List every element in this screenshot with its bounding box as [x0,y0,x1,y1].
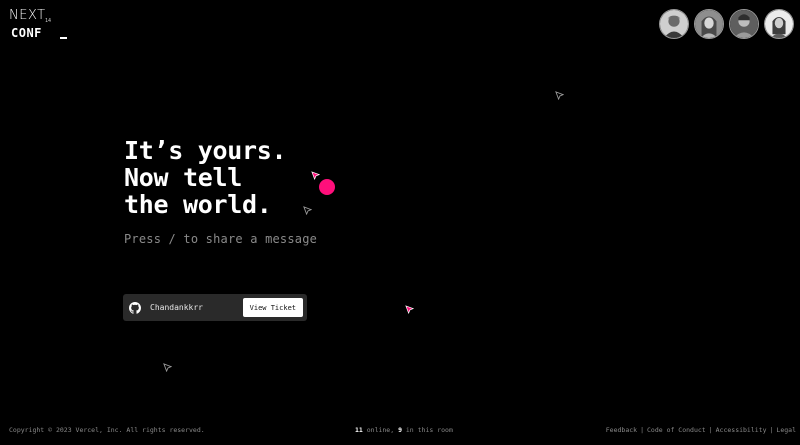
headline-line-2: Now tell [124,163,243,192]
feedback-link[interactable]: Feedback [606,426,637,434]
next-conf-logo[interactable]: NEXT 14 CONF [9,9,79,41]
github-username: Chandankkrr [150,303,203,312]
avatar[interactable] [659,9,689,39]
avatar-image [695,10,723,38]
logo-conf-text: CONF [11,26,42,40]
accessibility-link[interactable]: Accessibility [716,426,767,434]
github-icon [129,301,141,314]
avatar-image [730,10,758,38]
avatar-image [660,10,688,38]
link-separator: | [708,426,713,434]
hero-headline: It’s yours. Now tell the world. [124,137,317,218]
avatar-image [765,10,793,38]
headline-line-3: the world. [124,190,272,219]
presence-status: 11 online, 9 in this room [355,426,453,434]
headline-line-1: It’s yours. [124,136,287,165]
link-separator: | [769,426,774,434]
logo-underscore [60,37,67,39]
remote-cursor-icon [555,91,564,100]
online-label: online, [362,426,399,434]
avatar[interactable] [729,9,759,39]
remote-cursor-icon [163,363,172,372]
copyright-text: Copyright © 2023 Vercel, Inc. All rights… [9,426,205,434]
legal-link[interactable]: Legal [776,426,796,434]
ticket-bar: Chandankkrr View Ticket [123,294,307,321]
logo-next-text: NEXT [9,8,46,23]
avatar[interactable] [764,9,794,39]
code-of-conduct-link[interactable]: Code of Conduct [647,426,706,434]
footer-links: Feedback | Code of Conduct | Accessibili… [606,426,796,434]
room-label: in this room [401,426,453,434]
logo-version: 14 [45,18,52,24]
share-message-prompt[interactable]: Press / to share a message [124,232,317,246]
hero-section: It’s yours. Now tell the world. Press / … [124,137,317,246]
own-cursor-dot [319,179,335,195]
view-ticket-button[interactable]: View Ticket [242,298,303,317]
remote-cursor-icon [303,206,312,215]
online-count: 11 [355,426,363,434]
avatar[interactable] [694,9,724,39]
remote-cursor-icon [405,305,414,314]
footer: Copyright © 2023 Vercel, Inc. All rights… [0,426,800,436]
online-avatars [659,9,794,39]
link-separator: | [640,426,644,434]
remote-cursor-icon [311,171,320,180]
